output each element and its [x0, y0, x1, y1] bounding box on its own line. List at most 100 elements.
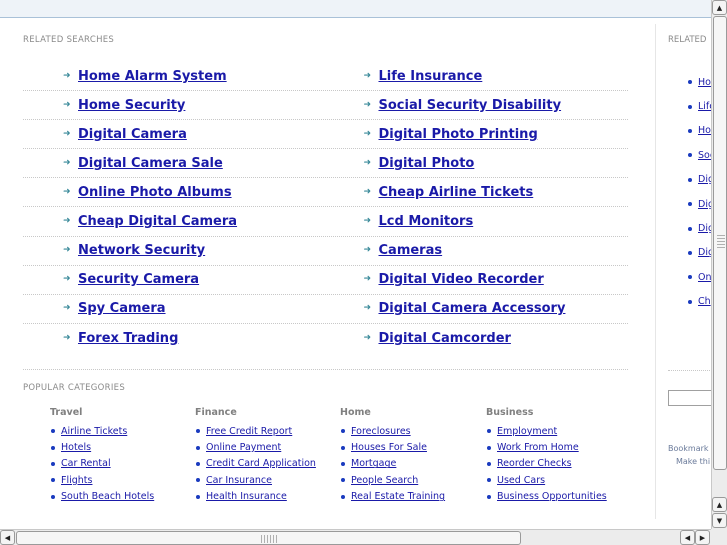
grip-icon	[261, 535, 277, 543]
category-link[interactable]: People Search	[351, 475, 418, 486]
arrow-right-icon: ➜	[363, 216, 372, 227]
bullet-icon	[196, 494, 200, 499]
bullet-icon	[341, 445, 345, 450]
category-link[interactable]: Credit Card Application	[206, 458, 316, 469]
category-link[interactable]: Car Rental	[61, 458, 111, 469]
category-link[interactable]: Reorder Checks	[497, 458, 572, 469]
right-panel-link[interactable]: Dig	[698, 174, 711, 185]
arrow-right-icon: ➜	[363, 99, 372, 110]
scroll-up-button[interactable]: ▲	[712, 0, 727, 15]
arrow-right-icon: ➜	[63, 128, 71, 139]
bullet-icon	[487, 445, 491, 450]
related-search-link[interactable]: Network Security	[78, 243, 205, 258]
related-search-link[interactable]: Digital Camera Accessory	[379, 301, 566, 316]
horizontal-scroll-thumb[interactable]	[16, 531, 521, 545]
category-link[interactable]: Used Cars	[497, 475, 545, 486]
category-link[interactable]: Online Payment	[206, 442, 281, 453]
section-divider	[23, 369, 628, 370]
arrow-right-icon: ➜	[63, 274, 71, 285]
right-panel-link[interactable]: Soc	[698, 150, 711, 161]
bullet-icon	[341, 429, 345, 434]
scroll-up-button-lower[interactable]: ▲	[712, 497, 727, 512]
bullet-icon	[487, 494, 491, 499]
right-panel-item: Ho	[688, 119, 711, 143]
right-panel-link[interactable]: Dig	[698, 199, 711, 210]
related-search-item: ➜ Online Photo Albums	[23, 185, 326, 200]
right-panel-link[interactable]: Ho	[698, 77, 711, 88]
scroll-right-button[interactable]: ▶	[695, 530, 710, 545]
arrow-right-icon: ➜	[63, 157, 71, 168]
right-panel-link[interactable]: Onl	[698, 272, 711, 283]
related-search-link[interactable]: Cheap Airline Tickets	[379, 185, 534, 200]
category-link[interactable]: Employment	[497, 426, 557, 437]
related-search-link[interactable]: Cheap Digital Camera	[78, 214, 237, 229]
related-search-link[interactable]: Digital Camcorder	[379, 331, 511, 346]
category-link[interactable]: Houses For Sale	[351, 442, 427, 453]
category-link[interactable]: South Beach Hotels	[61, 491, 154, 502]
related-search-link[interactable]: Digital Camera Sale	[78, 156, 223, 171]
right-panel-item: Ch	[688, 290, 711, 314]
right-panel-link[interactable]: Dig	[698, 223, 711, 234]
related-search-link[interactable]: Cameras	[379, 243, 443, 258]
scroll-left-button-right[interactable]: ◀	[680, 530, 695, 545]
right-panel-link[interactable]: Dig	[698, 247, 711, 258]
arrow-right-icon: ➜	[363, 128, 372, 139]
related-search-link[interactable]: Home Security	[78, 98, 185, 113]
category-link[interactable]: Flights	[61, 475, 92, 486]
related-search-link[interactable]: Social Security Disability	[379, 98, 562, 113]
related-search-link[interactable]: Digital Camera	[78, 127, 187, 142]
scroll-left-button[interactable]: ◀	[0, 530, 15, 545]
related-search-link[interactable]: Life Insurance	[379, 69, 483, 84]
category-link[interactable]: Free Credit Report	[206, 426, 292, 437]
related-search-link[interactable]: Digital Photo Printing	[379, 127, 538, 142]
category-link[interactable]: Real Estate Training	[351, 491, 445, 502]
category-link[interactable]: Car Insurance	[206, 475, 272, 486]
right-panel-item: Onl	[688, 265, 711, 289]
related-search-item: ➜ Home Alarm System	[23, 69, 326, 84]
vertical-scroll-thumb[interactable]	[713, 16, 727, 470]
related-search-link[interactable]: Spy Camera	[78, 301, 166, 316]
related-search-link[interactable]: Digital Video Recorder	[379, 272, 544, 287]
related-search-row: ➜ Network Security ➜ Cameras	[23, 237, 628, 266]
related-search-link[interactable]: Security Camera	[78, 272, 199, 287]
category-link[interactable]: Business Opportunities	[497, 491, 607, 502]
bullet-icon	[688, 104, 692, 109]
arrow-left-icon: ◀	[4, 533, 11, 542]
category-link[interactable]: Health Insurance	[206, 491, 287, 502]
vertical-scrollbar[interactable]: ▲ ▲ ▼	[711, 0, 727, 529]
category-link[interactable]: Mortgage	[351, 458, 396, 469]
category-link[interactable]: Work From Home	[497, 442, 579, 453]
popular-categories-title: POPULAR CATEGORIES	[23, 383, 126, 393]
right-panel-title: RELATED	[668, 35, 707, 45]
arrow-right-icon: ➜	[63, 245, 71, 256]
make-homepage-text[interactable]: Make thi	[676, 457, 710, 466]
category-item: Car Rental	[50, 456, 190, 472]
related-search-link[interactable]: Forex Trading	[78, 331, 178, 346]
right-panel-link[interactable]: Life	[698, 101, 711, 112]
related-search-link[interactable]: Lcd Monitors	[379, 214, 474, 229]
search-input[interactable]	[668, 390, 711, 406]
related-search-item: ➜ Forex Trading	[23, 331, 326, 346]
horizontal-scrollbar[interactable]: ◀ ◀ ▶	[0, 529, 711, 545]
related-search-link[interactable]: Home Alarm System	[78, 69, 227, 84]
arrow-right-icon: ➜	[363, 70, 372, 81]
category-link[interactable]: Hotels	[61, 442, 91, 453]
related-search-item: ➜ Digital Photo Printing	[326, 127, 629, 142]
right-panel-item: Dig	[688, 168, 711, 192]
related-search-row: ➜ Spy Camera ➜ Digital Camera Accessory	[23, 295, 628, 324]
category-column: Travel Airline Tickets Hotels Car Rental Fli…	[50, 407, 190, 505]
related-search-link[interactable]: Online Photo Albums	[78, 185, 232, 200]
related-search-item: ➜ Life Insurance	[326, 69, 629, 84]
right-panel-link[interactable]: Ho	[698, 125, 711, 136]
category-link[interactable]: Foreclosures	[351, 426, 411, 437]
category-item: Reorder Checks	[486, 456, 626, 472]
related-search-link[interactable]: Digital Photo	[379, 156, 475, 171]
category-heading: Business	[486, 407, 534, 418]
category-item: Hotels	[50, 439, 190, 455]
scroll-down-button[interactable]: ▼	[712, 513, 727, 528]
bullet-icon	[196, 445, 200, 450]
category-item: Work From Home	[486, 439, 626, 455]
bookmark-text[interactable]: Bookmark	[668, 444, 709, 453]
right-panel-link[interactable]: Ch	[698, 296, 711, 307]
category-link[interactable]: Airline Tickets	[61, 426, 127, 437]
